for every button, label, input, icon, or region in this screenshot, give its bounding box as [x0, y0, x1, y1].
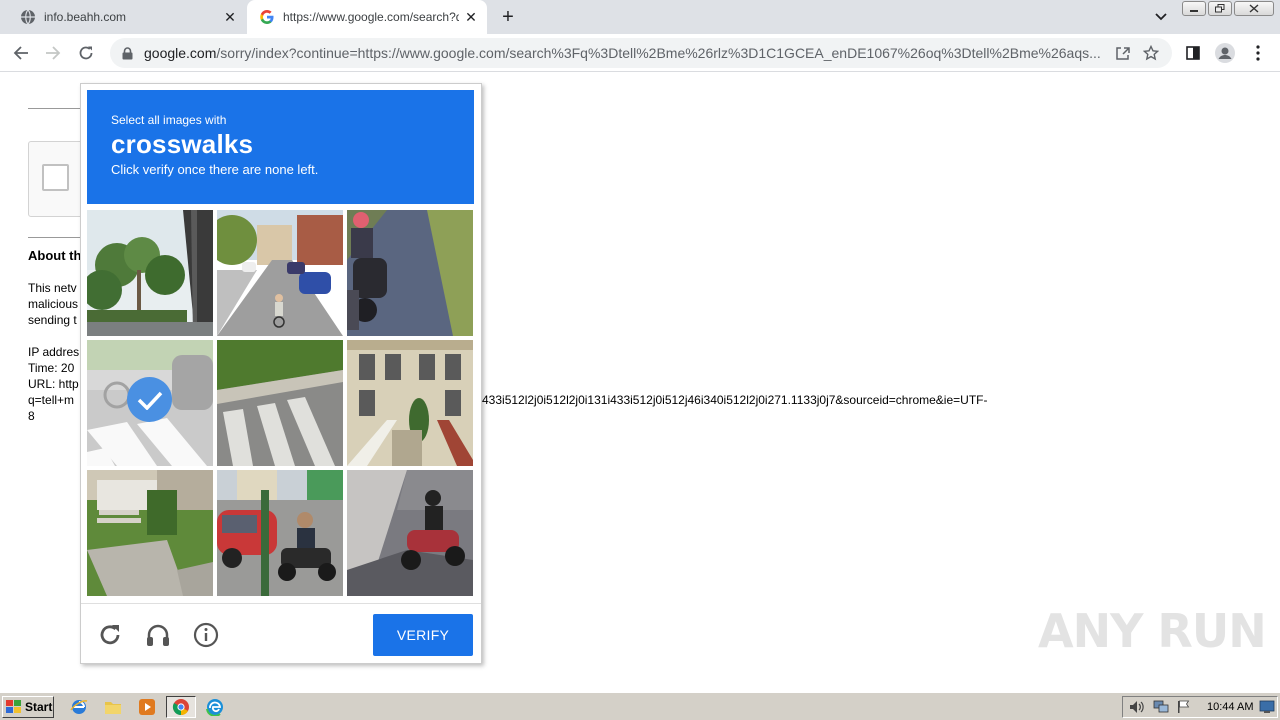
- system-tray: 10:44 AM: [1122, 696, 1278, 718]
- edge-icon[interactable]: [204, 697, 226, 717]
- instruction-text: Select all images with: [111, 113, 227, 127]
- check-icon: [127, 377, 172, 422]
- info-icon[interactable]: [191, 620, 221, 650]
- media-player-icon[interactable]: [136, 697, 158, 717]
- chrome-icon[interactable]: [166, 696, 196, 718]
- reload-challenge-icon[interactable]: [95, 620, 125, 650]
- image-tile[interactable]: [347, 340, 473, 466]
- taskbar: Start 10:44 AM: [0, 692, 1280, 720]
- clock: 10:44 AM: [1207, 701, 1254, 713]
- recaptcha-anchor[interactable]: [28, 141, 88, 217]
- url-line: URL: http: [28, 377, 79, 391]
- image-tile[interactable]: [347, 210, 473, 336]
- back-button[interactable]: [8, 40, 34, 66]
- volume-icon[interactable]: [1129, 700, 1145, 719]
- reload-button[interactable]: [73, 40, 99, 66]
- hint-text: Click verify once there are none left.: [111, 162, 319, 177]
- recaptcha-challenge: Select all images with crosswalks Click …: [80, 83, 482, 664]
- anyrun-watermark: ANY RUN: [1038, 604, 1267, 658]
- minimize-button[interactable]: [1182, 1, 1206, 16]
- close-tab-icon[interactable]: ✕: [459, 5, 483, 29]
- internet-explorer-icon[interactable]: [68, 697, 90, 717]
- image-tile[interactable]: [87, 470, 213, 596]
- close-window-button[interactable]: [1234, 1, 1274, 16]
- start-button[interactable]: Start: [2, 696, 54, 718]
- image-tile[interactable]: [217, 210, 343, 336]
- close-tab-icon[interactable]: ✕: [218, 5, 242, 29]
- ip-address-line: IP addres: [28, 345, 80, 359]
- network-icon[interactable]: [1153, 700, 1169, 719]
- about-heading: About th: [28, 248, 82, 263]
- url-end-line: 8: [28, 409, 35, 423]
- tab-title: https://www.google.com/search?q=: [283, 10, 459, 24]
- url-query-line: q=tell+m: [28, 393, 75, 407]
- time-line: Time: 20: [28, 361, 75, 375]
- bookmark-star-icon[interactable]: [1137, 41, 1165, 65]
- url-path: /sorry/index?continue=https://www.google…: [216, 45, 1101, 61]
- start-label: Start: [25, 700, 53, 714]
- show-desktop-icon[interactable]: [1259, 700, 1275, 719]
- image-tile[interactable]: [347, 470, 473, 596]
- image-tile[interactable]: [217, 340, 343, 466]
- kebab-menu-icon[interactable]: [1245, 40, 1271, 66]
- new-tab-button[interactable]: +: [496, 5, 520, 29]
- folder-icon[interactable]: [102, 697, 124, 717]
- recaptcha-checkbox[interactable]: [42, 164, 69, 191]
- tab-google-search[interactable]: https://www.google.com/search?q= ✕: [247, 0, 487, 34]
- google-g-icon: [259, 9, 275, 25]
- side-panel-icon[interactable]: [1180, 40, 1206, 66]
- tab-info-beahh[interactable]: info.beahh.com ✕: [8, 0, 246, 34]
- target-keyword: crosswalks: [111, 129, 254, 159]
- image-grid: [87, 210, 474, 597]
- forward-button[interactable]: [40, 40, 66, 66]
- flag-icon[interactable]: [1177, 700, 1191, 719]
- profile-avatar[interactable]: [1212, 40, 1238, 66]
- image-tile[interactable]: [217, 470, 343, 596]
- windows-logo-icon: [6, 700, 22, 714]
- image-tile-selected[interactable]: [87, 340, 213, 466]
- image-tile[interactable]: [87, 210, 213, 336]
- para1-line3: sending t: [28, 313, 77, 327]
- challenge-footer: VERIFY: [81, 603, 481, 663]
- verify-button[interactable]: VERIFY: [373, 614, 473, 656]
- divider: [28, 108, 80, 109]
- chevron-down-icon[interactable]: [1150, 6, 1172, 28]
- browser-toolbar: google.com/sorry/index?continue=https://…: [0, 34, 1280, 72]
- challenge-header: Select all images with crosswalks Click …: [87, 90, 474, 204]
- para1-line1: This netv: [28, 281, 77, 295]
- para1-line2: malicious: [28, 297, 79, 311]
- restore-button[interactable]: [1208, 1, 1232, 16]
- lock-icon[interactable]: [120, 46, 134, 60]
- address-bar[interactable]: google.com/sorry/index?continue=https://…: [110, 38, 1172, 68]
- headphones-icon[interactable]: [143, 620, 173, 650]
- url-host: google.com: [144, 45, 217, 61]
- divider: [28, 237, 80, 238]
- url-text[interactable]: google.com/sorry/index?continue=https://…: [144, 45, 1109, 61]
- tab-title: info.beahh.com: [44, 10, 127, 24]
- tab-strip: info.beahh.com ✕ https://www.google.com/…: [0, 0, 1280, 34]
- url-tail-text: 433i512l2j0i512l2j0i131i433i512j0i512j46…: [482, 393, 988, 407]
- globe-icon: [20, 9, 36, 25]
- share-icon[interactable]: [1109, 41, 1137, 65]
